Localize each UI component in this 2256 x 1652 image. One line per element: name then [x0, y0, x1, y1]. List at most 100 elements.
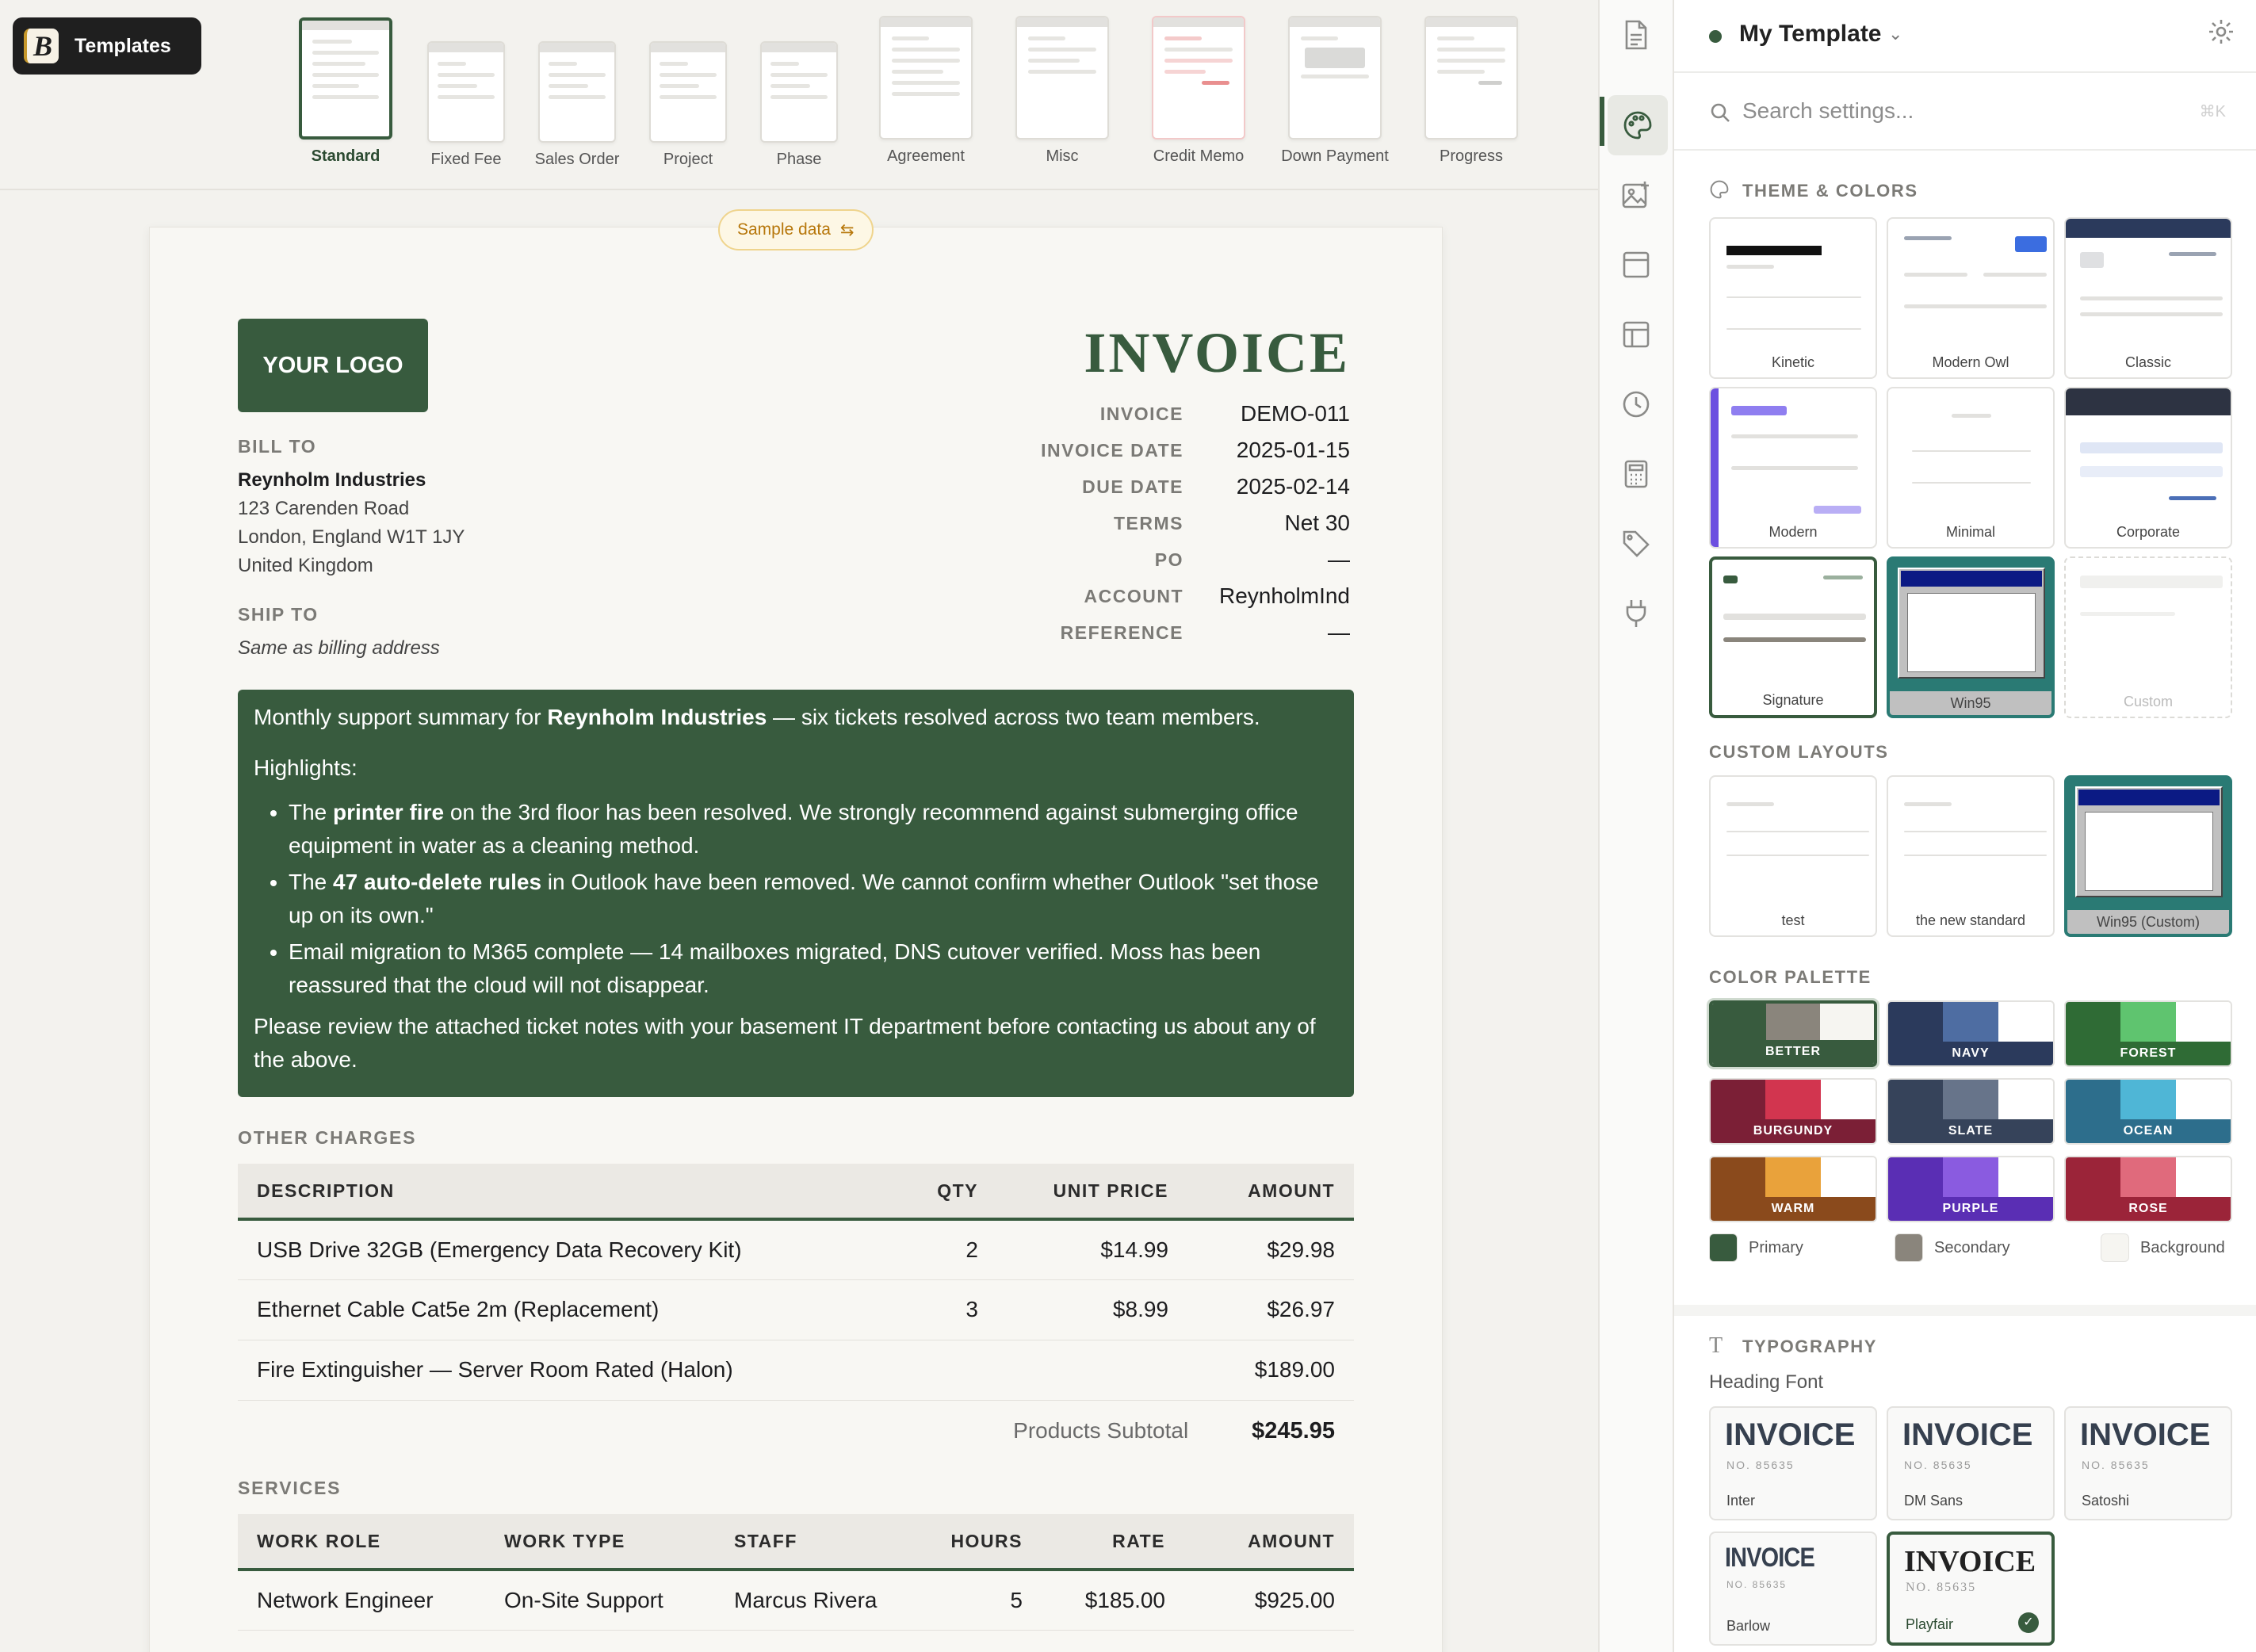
custom-layout-new-standard[interactable]: the new standard [1887, 775, 2055, 937]
legend-background[interactable]: Background [2101, 1233, 2225, 1262]
theme-corporate[interactable]: Corporate [2064, 387, 2232, 549]
font-name: Playfair [1906, 1616, 1954, 1632]
palette-name: BURGUNDY [1711, 1119, 1876, 1143]
template-type-misc[interactable]: Misc [1007, 0, 1118, 174]
palette-ocean[interactable]: OCEAN [2064, 1078, 2232, 1145]
theme-modern[interactable]: Modern [1709, 387, 1877, 549]
brand-logo: B [24, 29, 59, 63]
font-name: DM Sans [1904, 1493, 1963, 1509]
col-work-role: WORK ROLE [238, 1514, 485, 1571]
summary-highlights-list: The printer fire on the 3rd floor has be… [289, 796, 1338, 1002]
palette-slate[interactable]: SLATE [1887, 1078, 2055, 1145]
palette-better[interactable]: BETTER [1707, 998, 1879, 1069]
plug-icon[interactable] [1616, 593, 1657, 634]
meta-label: PO [1154, 549, 1183, 570]
table-icon[interactable] [1616, 314, 1657, 355]
palette-navy[interactable]: NAVY [1887, 1000, 2055, 1067]
sample-data-label: Sample data [737, 220, 831, 239]
palette-swatch [2066, 1002, 2121, 1043]
palette-icon[interactable] [1608, 95, 1668, 155]
font-sample: INVOICE [1902, 1417, 2033, 1452]
font-sample-no: NO. 85635 [1726, 1579, 1788, 1590]
template-type-credit-memo[interactable]: Credit Memo [1143, 0, 1254, 174]
palette-swatch [2120, 1002, 2178, 1043]
cell-description: Ethernet Cable Cat5e 2m (Replacement) [238, 1279, 886, 1340]
font-playfair[interactable]: INVOICE NO. 85635 Playfair ✓ [1887, 1532, 2055, 1646]
palette-swatch [1820, 1157, 1876, 1199]
subtotal-label: Products Subtotal [1013, 1418, 1189, 1443]
font-barlow[interactable]: INVOICE NO. 85635 Barlow [1709, 1532, 1877, 1646]
gear-icon[interactable] [2207, 17, 2235, 50]
theme-classic[interactable]: Classic [2064, 217, 2232, 379]
font-satoshi[interactable]: INVOICE NO. 85635 Satoshi [2064, 1406, 2232, 1520]
bill-to-line3: United Kingdom [238, 555, 373, 576]
tag-icon[interactable] [1616, 523, 1657, 564]
template-type-progress[interactable]: Progress [1416, 0, 1527, 174]
theme-win95[interactable]: Win95 [1887, 556, 2055, 718]
clock-icon[interactable] [1616, 384, 1657, 425]
cell-qty: 3 [886, 1279, 997, 1340]
palette-swatch [1712, 1004, 1767, 1045]
template-type-fixed-fee[interactable]: Fixed Fee [411, 0, 522, 174]
template-type-phase[interactable]: Phase [744, 0, 855, 174]
theme-kinetic[interactable]: Kinetic [1709, 217, 1877, 379]
theme-signature[interactable]: Signature [1709, 556, 1877, 718]
template-type-agreement[interactable]: Agreement [870, 0, 981, 174]
font-dm-sans[interactable]: INVOICE NO. 85635 DM Sans [1887, 1406, 2055, 1520]
palette-swatch [2175, 1080, 2231, 1121]
palette-name: ROSE [2066, 1197, 2231, 1221]
palette-swatch [2175, 1002, 2231, 1043]
meta-value: 2025-01-15 [1236, 438, 1350, 462]
bill-to-line2: London, England W1T 1JY [238, 526, 465, 548]
chevron-down-icon[interactable]: ⌄ [1888, 24, 1902, 44]
palette-swatch [1820, 1080, 1876, 1121]
meta-due-date: DUE DATE 2025-02-14 [874, 468, 1350, 505]
calculator-icon[interactable] [1616, 453, 1657, 495]
meta-label: INVOICE [1099, 403, 1183, 424]
template-type-label: Project [663, 151, 713, 168]
font-sample: INVOICE [2080, 1417, 2211, 1452]
font-name: Satoshi [2082, 1493, 2130, 1509]
template-type-project[interactable]: Project [633, 0, 744, 174]
col-rate: RATE [1042, 1514, 1184, 1571]
template-type-label: Misc [1046, 147, 1079, 165]
meta-value: — [1328, 620, 1350, 644]
sample-data-toggle[interactable]: Sample data ⇆ [718, 209, 874, 250]
custom-layout-test[interactable]: test [1709, 775, 1877, 937]
template-type-down-payment[interactable]: Down Payment [1279, 0, 1390, 174]
template-name[interactable]: My Template [1739, 21, 1882, 48]
document-icon[interactable] [1616, 14, 1657, 55]
table-row: USB Drive 32GB (Emergency Data Recovery … [238, 1219, 1354, 1280]
invoice-summary-block[interactable]: Monthly support summary for Reynholm Ind… [238, 690, 1354, 1097]
font-inter[interactable]: INVOICE NO. 85635 Inter [1709, 1406, 1877, 1520]
template-type-standard[interactable]: Standard [290, 0, 401, 174]
palette-forest[interactable]: FOREST [2064, 1000, 2232, 1067]
ship-to-label: SHIP TO [238, 604, 319, 625]
theme-custom[interactable]: Custom [2064, 556, 2232, 718]
theme-minimal[interactable]: Minimal [1887, 387, 2055, 549]
font-sample-no: NO. 85635 [1904, 1459, 1972, 1471]
theme-modern-owl[interactable]: Modern Owl [1887, 217, 2055, 379]
theme-colors-label: THEME & COLORS [1742, 181, 1918, 201]
palette-warm[interactable]: WARM [1709, 1156, 1877, 1222]
template-type-sales-order[interactable]: Sales Order [522, 0, 633, 174]
layout-icon[interactable] [1616, 244, 1657, 285]
template-type-label: Agreement [887, 147, 965, 165]
palette-rose[interactable]: ROSE [2064, 1156, 2232, 1222]
search-placeholder: Search settings... [1742, 98, 1914, 123]
meta-label: REFERENCE [1060, 621, 1183, 643]
cell-unit-price: $14.99 [997, 1219, 1187, 1280]
palette-purple[interactable]: PURPLE [1887, 1156, 2055, 1222]
settings-search[interactable]: Search settings... ⌘K [1674, 73, 2256, 151]
image-icon[interactable] [1616, 174, 1657, 216]
template-type-label: Fixed Fee [430, 151, 502, 168]
cell-description: USB Drive 32GB (Emergency Data Recovery … [238, 1219, 886, 1280]
legend-secondary[interactable]: Secondary [1895, 1233, 2010, 1262]
cell-amount: $189.00 [1187, 1340, 1354, 1401]
templates-button[interactable]: B Templates [13, 17, 201, 75]
palette-burgundy[interactable]: BURGUNDY [1709, 1078, 1877, 1145]
font-sample-no: NO. 85635 [1906, 1581, 1977, 1594]
legend-primary[interactable]: Primary [1709, 1233, 1803, 1262]
logo-placeholder[interactable]: YOUR LOGO [238, 319, 428, 412]
custom-layout-win95[interactable]: Win95 (Custom) [2064, 775, 2232, 937]
